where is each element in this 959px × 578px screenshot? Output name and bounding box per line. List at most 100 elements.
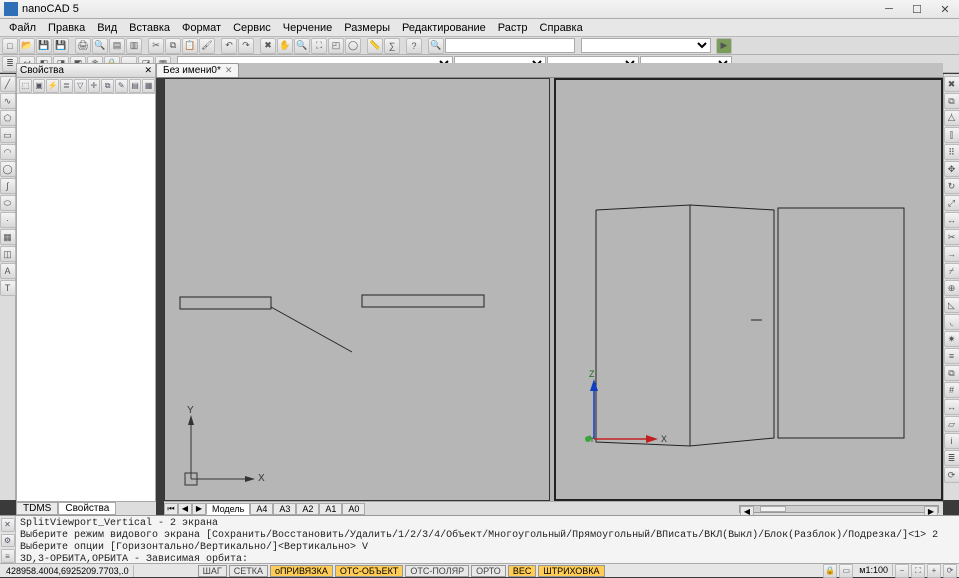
help-icon[interactable]: ? bbox=[406, 38, 422, 54]
status-refresh-icon[interactable]: ⟳ bbox=[943, 564, 957, 578]
area-icon[interactable]: ▱ bbox=[944, 416, 959, 432]
cmd-history-icon[interactable]: ≡ bbox=[1, 549, 15, 563]
go-icon[interactable]: ▶ bbox=[716, 38, 732, 54]
prop-filter-icon[interactable]: ▽ bbox=[74, 79, 87, 93]
mtext-icon[interactable]: A bbox=[0, 263, 16, 279]
prop-draw-icon[interactable]: ✎ bbox=[115, 79, 128, 93]
prop-add-icon[interactable]: ▣ bbox=[33, 79, 46, 93]
explode-icon[interactable]: ✷ bbox=[944, 331, 959, 347]
prop-tbl-icon[interactable]: ▤ bbox=[129, 79, 142, 93]
pline-icon[interactable]: ∿ bbox=[0, 93, 16, 109]
rotate-icon[interactable]: ↻ bbox=[944, 178, 959, 194]
document-tab[interactable]: Без имени0* ✕ bbox=[156, 63, 239, 77]
menu-edit[interactable]: Правка bbox=[43, 19, 90, 37]
pan-icon[interactable]: ✋ bbox=[277, 38, 293, 54]
redo-icon[interactable]: ↷ bbox=[238, 38, 254, 54]
dist-icon[interactable]: ↔ bbox=[944, 399, 959, 415]
command-output[interactable]: SplitViewport_Vertical - 2 экрана Выбери… bbox=[16, 516, 959, 563]
id-icon[interactable]: i bbox=[944, 433, 959, 449]
cmd-config-icon[interactable]: ⚙ bbox=[1, 534, 15, 548]
document-close-icon[interactable]: ✕ bbox=[225, 65, 233, 76]
prop-quick-icon[interactable]: ⚡ bbox=[46, 79, 59, 93]
tab-properties[interactable]: Свойства bbox=[58, 502, 116, 515]
prop-layer-icon[interactable]: ≣ bbox=[60, 79, 73, 93]
layout-next-icon[interactable]: ▶ bbox=[192, 503, 206, 515]
status-zoomout-icon[interactable]: − bbox=[895, 564, 909, 578]
search-icon[interactable]: 🔍 bbox=[428, 38, 444, 54]
status-osnap[interactable]: оПРИВЯЗКА bbox=[270, 565, 333, 577]
menu-dim[interactable]: Размеры bbox=[339, 19, 395, 37]
extend-icon[interactable]: → bbox=[944, 246, 959, 262]
status-pad-icon[interactable]: ▭ bbox=[839, 564, 853, 578]
copy2-icon[interactable]: ⧉ bbox=[944, 93, 959, 109]
undo-icon[interactable]: ↶ bbox=[221, 38, 237, 54]
new-icon[interactable]: □ bbox=[2, 38, 18, 54]
hatch-icon[interactable]: ▦ bbox=[0, 229, 16, 245]
tab-a3[interactable]: A3 bbox=[273, 503, 296, 515]
search-input[interactable] bbox=[445, 38, 575, 53]
tab-a2[interactable]: A2 bbox=[296, 503, 319, 515]
status-lock-icon[interactable]: 🔒 bbox=[823, 564, 837, 578]
menu-draw[interactable]: Черчение bbox=[278, 19, 338, 37]
copy-icon[interactable]: ⧉ bbox=[165, 38, 181, 54]
erase-icon[interactable]: ✖ bbox=[260, 38, 276, 54]
offset-icon[interactable]: ⫿ bbox=[944, 127, 959, 143]
cut-icon[interactable]: ✂ bbox=[148, 38, 164, 54]
scale-icon[interactable]: ⤢ bbox=[944, 195, 959, 211]
properties-close-icon[interactable]: ✕ bbox=[141, 65, 155, 76]
prop-expand-icon[interactable]: ▦ bbox=[142, 79, 155, 93]
chamfer-icon[interactable]: ◺ bbox=[944, 297, 959, 313]
measure-icon[interactable]: 📏 bbox=[367, 38, 383, 54]
array-icon[interactable]: ⠿ bbox=[944, 144, 959, 160]
zoom-icon[interactable]: 🔍 bbox=[294, 38, 310, 54]
arc-icon[interactable]: ◠ bbox=[0, 144, 16, 160]
menu-insert[interactable]: Вставка bbox=[124, 19, 175, 37]
menu-raster[interactable]: Растр bbox=[493, 19, 533, 37]
preview-icon[interactable]: 🔍 bbox=[92, 38, 108, 54]
menu-modify[interactable]: Редактирование bbox=[397, 19, 491, 37]
move-icon[interactable]: ✥ bbox=[944, 161, 959, 177]
viewport-left[interactable]: Y X bbox=[164, 78, 550, 501]
tab-model[interactable]: Модель bbox=[206, 503, 250, 515]
viewport-right[interactable]: Z Y X bbox=[554, 78, 944, 501]
matchprop-icon[interactable]: 🖌 bbox=[199, 38, 215, 54]
zoomext-icon[interactable]: ◰ bbox=[328, 38, 344, 54]
layout-prev-icon[interactable]: ◀ bbox=[178, 503, 192, 515]
status-hatch[interactable]: ШТРИХОВКА bbox=[538, 565, 604, 577]
save-icon[interactable]: 💾 bbox=[36, 38, 52, 54]
erase2-icon[interactable]: ✖ bbox=[944, 76, 959, 92]
status-otrack[interactable]: ОТС-ОБЪЕКТ bbox=[335, 565, 403, 577]
saveall-icon[interactable]: 💾 bbox=[53, 38, 69, 54]
paste-icon[interactable]: 📋 bbox=[182, 38, 198, 54]
ellipse-icon[interactable]: ⬭ bbox=[0, 195, 16, 211]
status-zoomin-icon[interactable]: + bbox=[927, 564, 941, 578]
status-grid[interactable]: СЕТКА bbox=[229, 565, 268, 577]
menu-view[interactable]: Вид bbox=[92, 19, 122, 37]
zoomwin-icon[interactable]: ⛶ bbox=[311, 38, 327, 54]
line-icon[interactable]: ╱ bbox=[0, 76, 16, 92]
cmd-close-icon[interactable]: ✕ bbox=[1, 518, 15, 532]
calc-icon[interactable]: ∑ bbox=[384, 38, 400, 54]
menu-help[interactable]: Справка bbox=[535, 19, 588, 37]
tab-tdms[interactable]: TDMS bbox=[16, 502, 58, 515]
prop-copy-icon[interactable]: ⧉ bbox=[101, 79, 114, 93]
fillet-icon[interactable]: ◟ bbox=[944, 314, 959, 330]
menu-file[interactable]: Файл bbox=[4, 19, 41, 37]
close-button[interactable]: ✕ bbox=[931, 0, 959, 18]
list-icon[interactable]: ≣ bbox=[944, 450, 959, 466]
status-lwt[interactable]: ВЕС bbox=[508, 565, 537, 577]
point-icon[interactable]: · bbox=[0, 212, 16, 228]
layout-first-icon[interactable]: ⏮ bbox=[164, 503, 178, 515]
status-zoomfit-icon[interactable]: ⛶ bbox=[911, 564, 925, 578]
trim-icon[interactable]: ✂ bbox=[944, 229, 959, 245]
hscroll[interactable]: ◀ ▶ bbox=[739, 505, 939, 513]
align-icon[interactable]: ≡ bbox=[944, 348, 959, 364]
rect-icon[interactable]: ▭ bbox=[0, 127, 16, 143]
status-ortho[interactable]: ОРТО bbox=[471, 565, 506, 577]
units-icon[interactable]: # bbox=[944, 382, 959, 398]
join-icon[interactable]: ⊕ bbox=[944, 280, 959, 296]
maximize-button[interactable]: ☐ bbox=[903, 0, 931, 18]
orbit-icon[interactable]: ◯ bbox=[345, 38, 361, 54]
tab-a1[interactable]: A1 bbox=[319, 503, 342, 515]
menu-service[interactable]: Сервис bbox=[228, 19, 276, 37]
